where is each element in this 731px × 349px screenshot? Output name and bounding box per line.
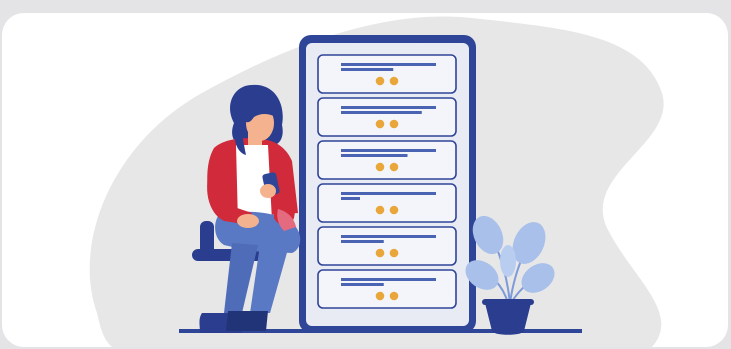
accent-dot (389, 76, 399, 86)
text-line-bar (341, 154, 408, 157)
text-line-bar (341, 149, 436, 152)
text-line-bar (341, 197, 360, 200)
text-line-bar (341, 63, 436, 66)
text-line-bar (341, 240, 384, 243)
text-line-bar (341, 106, 436, 109)
accent-dot (389, 162, 399, 172)
accent-dot (375, 248, 385, 258)
list-card (317, 269, 457, 309)
accent-dot (389, 205, 399, 215)
large-phone (299, 35, 476, 333)
text-line-bar (341, 235, 436, 238)
text-line-bar (341, 111, 422, 114)
list-card (317, 54, 457, 94)
accent-dot (375, 119, 385, 129)
text-line-bar (341, 192, 436, 195)
text-line-bar (341, 68, 394, 71)
accent-dot (375, 76, 385, 86)
accent-dot (375, 205, 385, 215)
accent-dot (375, 162, 385, 172)
list-card (317, 226, 457, 266)
accent-dot (389, 119, 399, 129)
list-card (317, 97, 457, 137)
accent-dot (375, 291, 385, 301)
accent-dot (389, 291, 399, 301)
text-line-bar (341, 278, 436, 281)
list-card (317, 140, 457, 180)
illustration-card (2, 13, 728, 347)
text-line-bar (341, 283, 384, 286)
illustration-svg (89, 16, 664, 347)
list-card (317, 183, 457, 223)
accent-dot (389, 248, 399, 258)
